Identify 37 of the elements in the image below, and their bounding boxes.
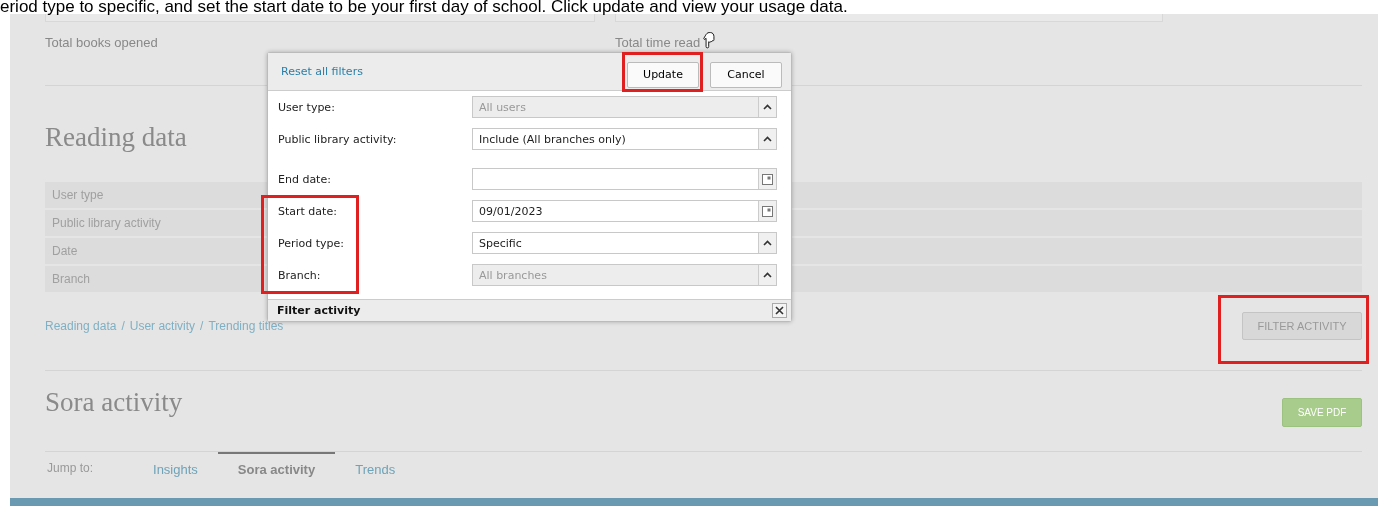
- dialog-title: Filter activity: [277, 304, 361, 317]
- caret-icon: [763, 104, 772, 110]
- dialog-button[interactable]: Update: [627, 61, 699, 88]
- instruction-text: eriod type to specific, and set the start date to be your first day of school. Click update and view your usage data.: [0, 0, 849, 14]
- filter-activity-button[interactable]: FILTER ACTIVITY: [1242, 312, 1362, 340]
- stat-label: Total books opened: [45, 35, 158, 51]
- dialog-button[interactable]: Cancel: [710, 61, 782, 88]
- field-label: Branch:: [277, 268, 321, 282]
- reset-filters-link[interactable]: Reset all filters: [281, 65, 363, 78]
- jump-to-label: Jump to:: [46, 460, 95, 475]
- breadcrumb-separator: /: [200, 319, 204, 333]
- close-button[interactable]: [772, 303, 787, 318]
- dropdown-field[interactable]: Include (All branches only): [472, 128, 777, 150]
- dropdown-field[interactable]: Specific: [472, 232, 777, 254]
- field-label: Public library activity:: [277, 132, 397, 146]
- section-heading: Reading data: [45, 122, 187, 152]
- date-field[interactable]: [472, 168, 777, 190]
- nav-tab[interactable]: Trends: [335, 452, 416, 477]
- nav-tab[interactable]: Insights: [133, 452, 218, 477]
- caret-icon: [763, 136, 772, 142]
- section-heading: Sora activity: [45, 387, 183, 417]
- save-pdf-button[interactable]: SAVE PDF: [1282, 398, 1362, 427]
- breadcrumb-link[interactable]: Trending titles: [208, 319, 284, 333]
- breadcrumb-link[interactable]: User activity: [129, 319, 196, 333]
- caret-icon: [763, 240, 772, 246]
- stat-label: Total time read: [615, 35, 701, 51]
- calendar-icon: [762, 173, 773, 185]
- breadcrumb-link[interactable]: Reading data: [45, 319, 117, 333]
- caret-icon: [763, 272, 772, 278]
- field-label: User type:: [277, 100, 335, 114]
- breadcrumb-separator: /: [121, 319, 125, 333]
- close-icon: [775, 306, 784, 315]
- field-label: Period type:: [277, 236, 345, 250]
- date-field[interactable]: 09/01/2023: [472, 200, 777, 222]
- hand-cursor-icon: [703, 31, 718, 49]
- nav-tab[interactable]: Sora activity: [217, 452, 336, 477]
- calendar-icon: [762, 205, 773, 217]
